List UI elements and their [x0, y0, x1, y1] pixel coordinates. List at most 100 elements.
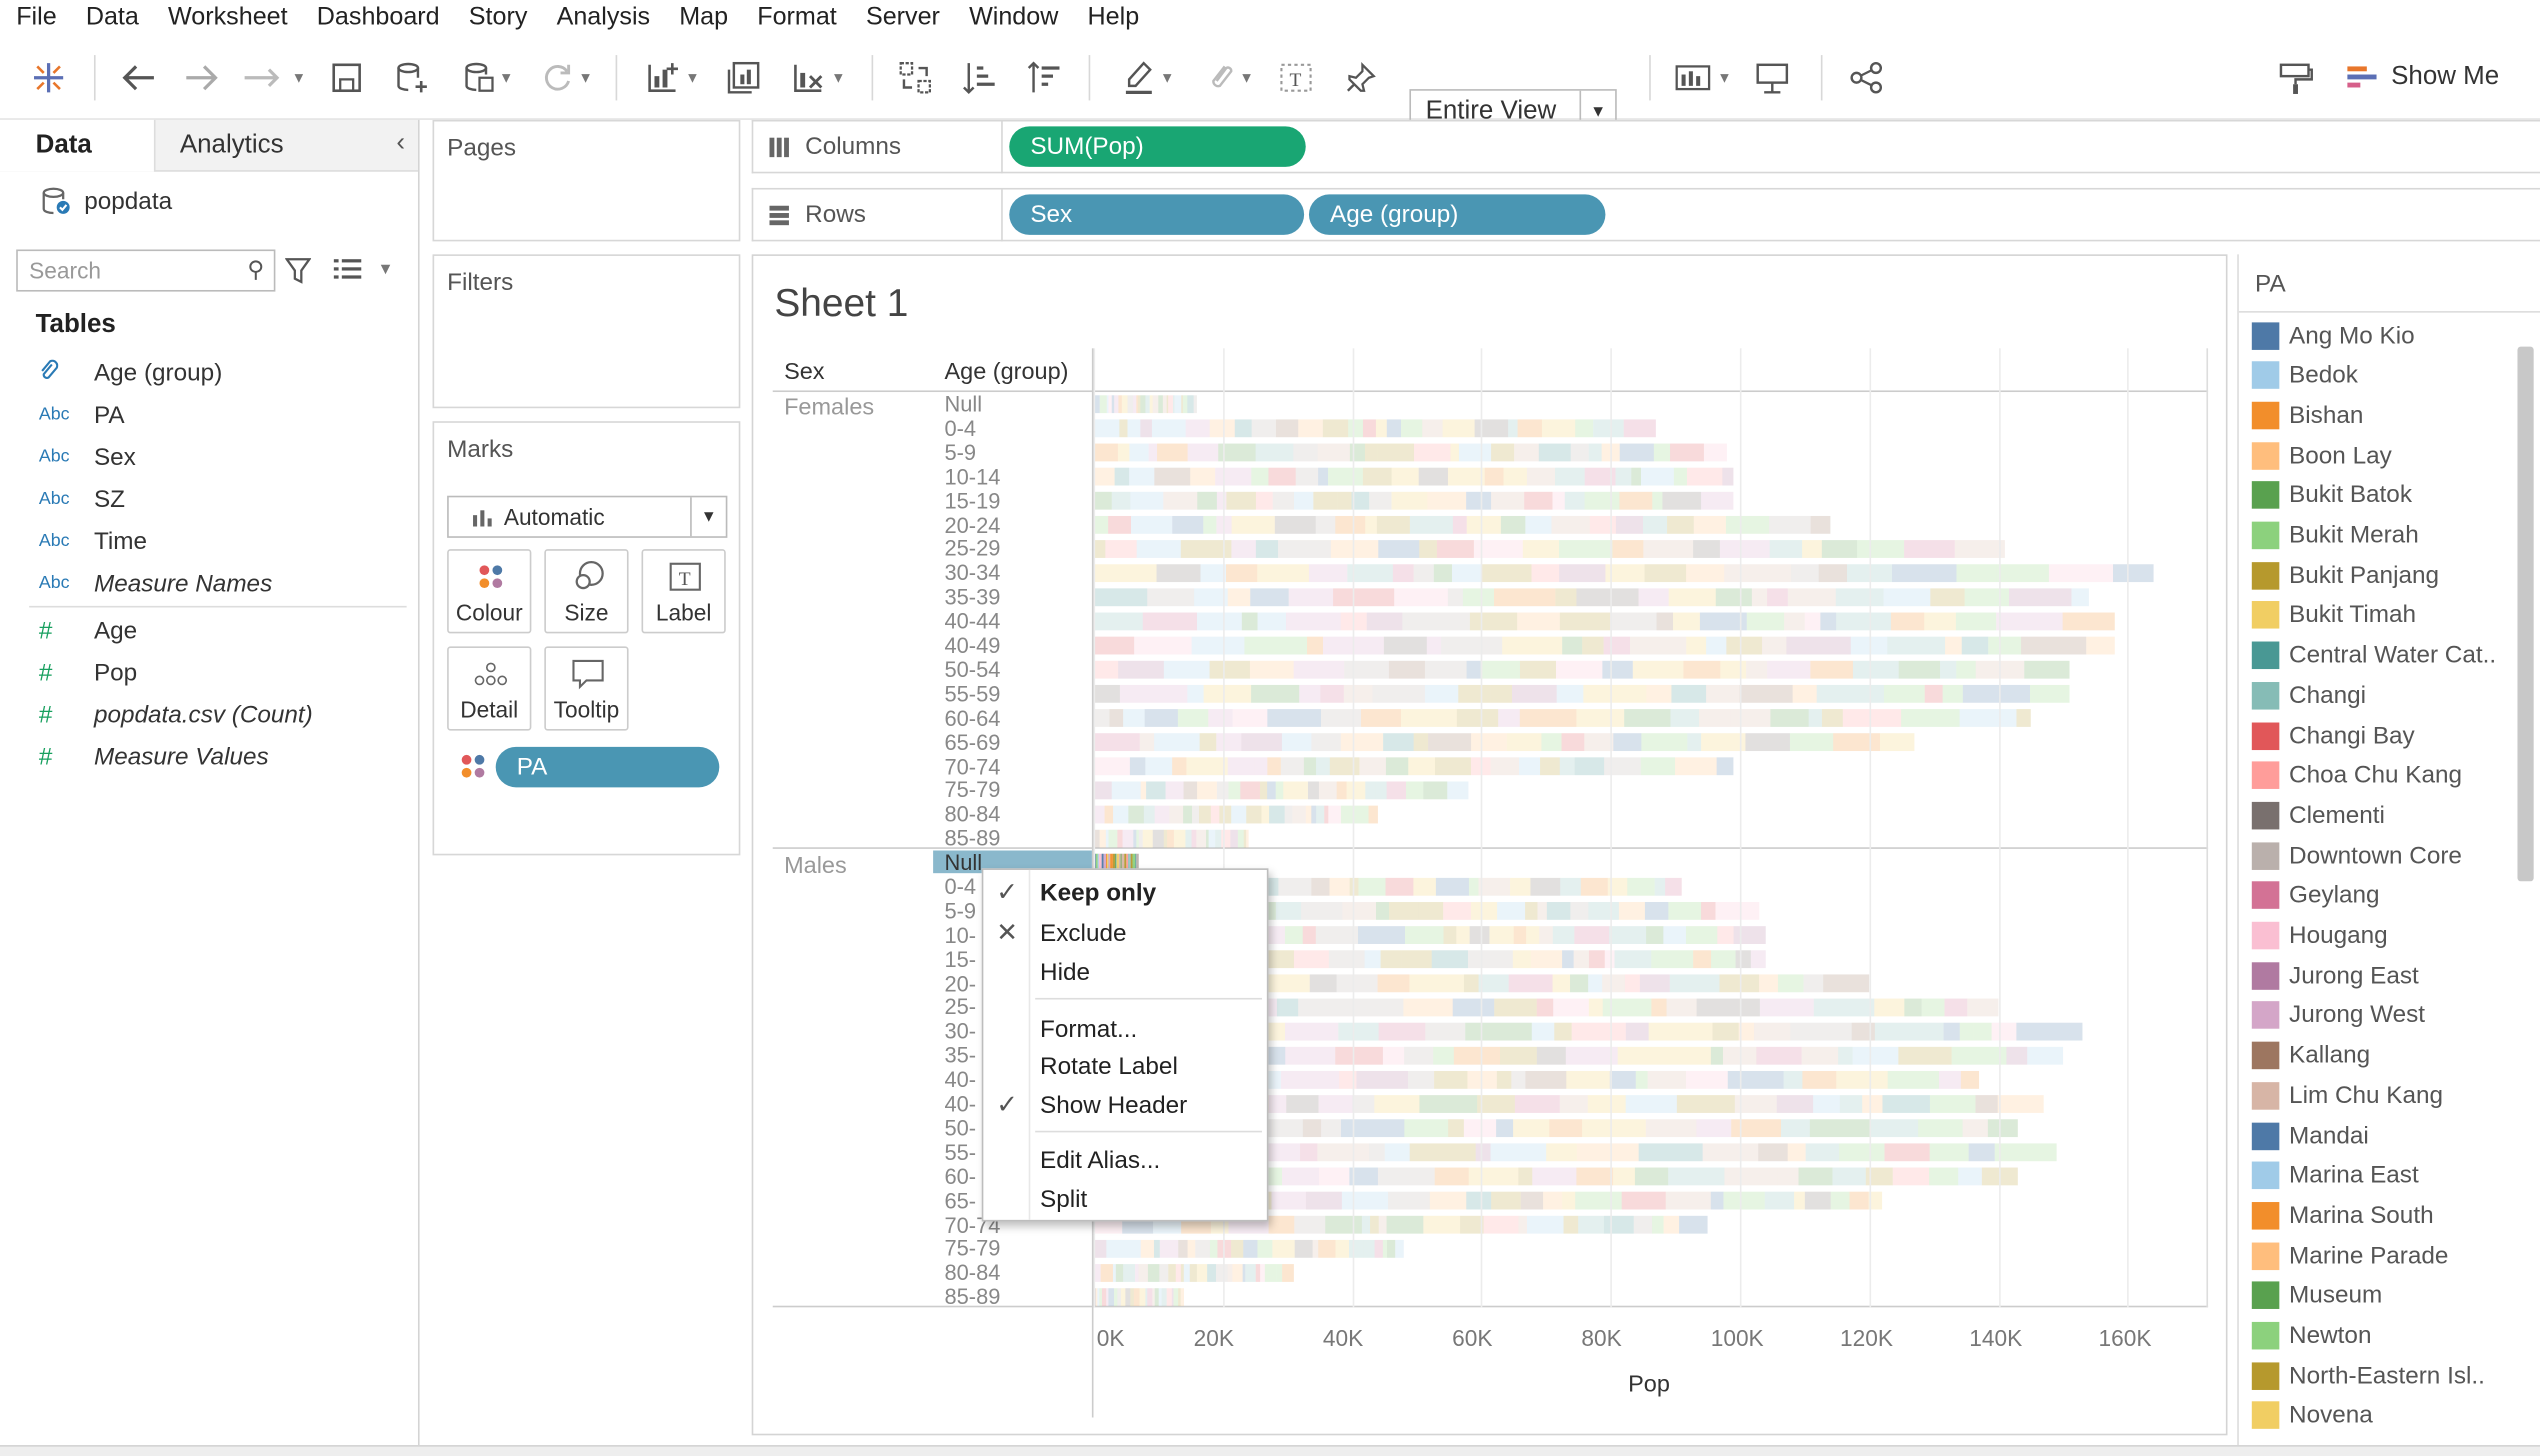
bar-segment[interactable] — [1404, 1119, 1449, 1138]
bar-segment[interactable] — [1422, 419, 1443, 438]
bar-segment[interactable] — [1093, 612, 1143, 631]
bar-segment[interactable] — [1123, 709, 1145, 727]
bar-segment[interactable] — [1152, 1288, 1155, 1307]
bar-segment[interactable] — [1468, 950, 1513, 969]
bar-segment[interactable] — [1281, 733, 1312, 752]
bar-segment[interactable] — [1887, 1070, 1939, 1089]
bar-segment[interactable] — [1715, 588, 1752, 607]
bar-segment[interactable] — [1820, 612, 1837, 631]
bar-segment[interactable] — [1370, 1215, 1379, 1234]
bar-segment[interactable] — [1447, 467, 1485, 486]
bar-segment[interactable] — [1555, 467, 1585, 486]
legend-item[interactable]: Changi — [2251, 678, 2366, 714]
bar-segment[interactable] — [1172, 757, 1187, 776]
bar-segment[interactable] — [1693, 950, 1712, 969]
bar-segment[interactable] — [1377, 974, 1410, 993]
bar-segment[interactable] — [1228, 781, 1241, 800]
bar-segment[interactable] — [1954, 540, 2005, 558]
bar-segment[interactable] — [1419, 540, 1437, 558]
bar-segment[interactable] — [1662, 491, 1702, 510]
bar-segment[interactable] — [1627, 877, 1655, 896]
bar-segment[interactable] — [1644, 564, 1687, 583]
bar-segment[interactable] — [1199, 805, 1211, 824]
bar-segment[interactable] — [1552, 926, 1575, 944]
bar-segment[interactable] — [1511, 1070, 1526, 1089]
bar-segment[interactable] — [1478, 877, 1511, 896]
bar-segment[interactable] — [1335, 1046, 1383, 1065]
bar-segment[interactable] — [1409, 974, 1464, 993]
bar-segment[interactable] — [1619, 491, 1653, 510]
bar-segment[interactable] — [1375, 781, 1387, 800]
bar-segment[interactable] — [1508, 974, 1553, 993]
bar-segment[interactable] — [1513, 926, 1527, 944]
bar-segment[interactable] — [2071, 588, 2089, 607]
bar-segment[interactable] — [1480, 660, 1520, 679]
bar-segment[interactable] — [1187, 443, 1219, 462]
bar-segment[interactable] — [1804, 612, 1821, 631]
bar-segment[interactable] — [1246, 829, 1249, 848]
bar-segment[interactable] — [2048, 564, 2114, 583]
bar-segment[interactable] — [1643, 540, 1694, 558]
bar-segment[interactable] — [1227, 757, 1255, 776]
bar-segment[interactable] — [1987, 1119, 2018, 1138]
bar-segment[interactable] — [1975, 1095, 1998, 1113]
bar-segment[interactable] — [1295, 467, 1319, 486]
bar-segment[interactable] — [1712, 1022, 1739, 1041]
bar-segment[interactable] — [1133, 829, 1137, 848]
bar-segment[interactable] — [1282, 1167, 1320, 1186]
bar-segment[interactable] — [1175, 1264, 1181, 1282]
bar-segment[interactable] — [1324, 805, 1329, 824]
bar-segment[interactable] — [1231, 805, 1247, 824]
bar-segment[interactable] — [1181, 395, 1183, 414]
bar-segment[interactable] — [1892, 564, 1957, 583]
bar-segment[interactable] — [1113, 1288, 1118, 1307]
menu-item-hide[interactable]: Hide — [1040, 954, 1090, 990]
bar-segment[interactable] — [1794, 1191, 1805, 1210]
bar-segment[interactable] — [1187, 395, 1194, 414]
bar-segment[interactable] — [1686, 564, 1725, 583]
bar-segment[interactable] — [1231, 540, 1256, 558]
bar-segment[interactable] — [1172, 395, 1175, 414]
bar-segment[interactable] — [1693, 540, 1720, 558]
bar-segment[interactable] — [1255, 491, 1273, 510]
bar-segment[interactable] — [1635, 1070, 1648, 1089]
bar-segment[interactable] — [2113, 564, 2154, 583]
bar-segment[interactable] — [1751, 588, 1768, 607]
bar-segment[interactable] — [1378, 1215, 1387, 1234]
bar-segment[interactable] — [1197, 781, 1217, 800]
legend-item[interactable]: Museum — [2251, 1278, 2382, 1314]
menu-item-exclude[interactable]: Exclude — [1040, 915, 1126, 951]
bar-segment[interactable] — [1413, 733, 1429, 752]
bar-segment[interactable] — [1387, 1191, 1430, 1210]
bar-segment[interactable] — [2016, 1022, 2083, 1041]
bar-segment[interactable] — [1207, 1264, 1217, 1282]
bar-segment[interactable] — [1583, 684, 1647, 703]
bar-segment[interactable] — [1341, 1191, 1388, 1210]
bar-segment[interactable] — [1882, 1095, 1930, 1113]
bar-segment[interactable] — [1288, 588, 1334, 607]
bar-segment[interactable] — [1490, 684, 1513, 703]
bar-segment[interactable] — [1280, 1070, 1340, 1089]
bar-segment[interactable] — [1219, 805, 1232, 824]
legend-item[interactable]: Bukit Merah — [2251, 518, 2419, 554]
legend-item[interactable]: Boon Lay — [2251, 438, 2392, 474]
bar-segment[interactable] — [1746, 660, 1768, 679]
bar-segment[interactable] — [1093, 419, 1120, 438]
bar-segment[interactable] — [1892, 1167, 1930, 1186]
bar-segment[interactable] — [1424, 684, 1459, 703]
bar-segment[interactable] — [1382, 1239, 1388, 1258]
bar-segment[interactable] — [1196, 612, 1242, 631]
bar-segment[interactable] — [1818, 564, 1847, 583]
bar-segment[interactable] — [1654, 877, 1666, 896]
bar-segment[interactable] — [1481, 564, 1532, 583]
bar-segment[interactable] — [1638, 588, 1669, 607]
bar-segment[interactable] — [1693, 515, 1726, 534]
bar-segment[interactable] — [1162, 395, 1167, 414]
bar-segment[interactable] — [1862, 1095, 1883, 1113]
bar-segment[interactable] — [1365, 781, 1376, 800]
bar-segment[interactable] — [1648, 1022, 1713, 1041]
bar-segment[interactable] — [1883, 588, 1931, 607]
bar-segment[interactable] — [1958, 1167, 1982, 1186]
bar-segment[interactable] — [2021, 636, 2087, 655]
bar-segment[interactable] — [1142, 829, 1153, 848]
